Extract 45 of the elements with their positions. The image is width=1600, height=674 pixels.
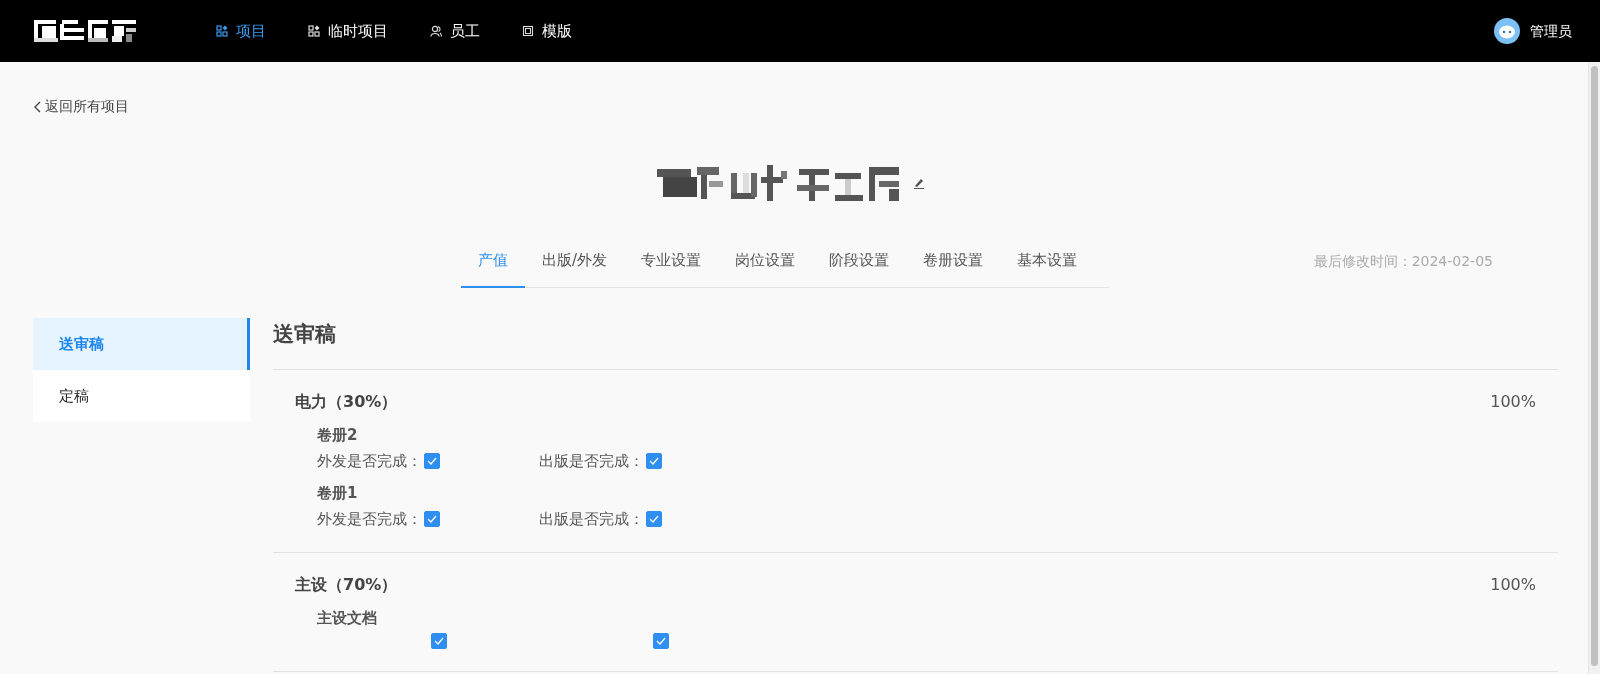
- checkbox-label: 外发是否完成：: [317, 508, 422, 530]
- tab[interactable]: 卷册设置: [906, 248, 1001, 288]
- section-title: 送审稿: [273, 318, 1558, 371]
- checkbox[interactable]: [646, 452, 662, 469]
- check-icon: [434, 636, 444, 645]
- nav-item[interactable]: 临时项目: [308, 19, 388, 43]
- nav-item[interactable]: 员工: [430, 19, 480, 43]
- checkbox[interactable]: [424, 452, 440, 469]
- edit-icon[interactable]: [912, 176, 925, 189]
- group-value: 100%: [1490, 574, 1536, 597]
- avatar-icon[interactable]: [1494, 18, 1520, 44]
- group-title: 电力（30%）: [295, 391, 398, 414]
- checkbox[interactable]: [646, 510, 662, 527]
- back-link[interactable]: 返回所有项目: [33, 96, 129, 117]
- tab[interactable]: 专业设置: [624, 248, 719, 288]
- check-icon: [656, 636, 666, 645]
- tab[interactable]: 基本设置: [1000, 248, 1095, 288]
- template-icon: [522, 25, 534, 37]
- grid-icon: [216, 25, 228, 37]
- volume-name: 卷册1: [317, 483, 358, 505]
- check-icon: [427, 514, 437, 523]
- check-icon: [649, 514, 659, 523]
- group-value: 100%: [1490, 391, 1536, 414]
- checkbox[interactable]: [424, 510, 440, 527]
- checkbox-label: 出版是否完成：: [539, 508, 644, 530]
- tab[interactable]: 出版/外发: [525, 248, 625, 288]
- checkbox[interactable]: [653, 632, 669, 649]
- back-chevron-icon: [33, 100, 41, 113]
- user-name[interactable]: 管理员: [1530, 20, 1572, 42]
- nav-item[interactable]: 项目: [216, 19, 266, 43]
- volume-name: 主设文档: [317, 608, 377, 630]
- volume-name: 卷册2: [317, 425, 358, 447]
- tab[interactable]: 岗位设置: [718, 248, 813, 288]
- checkbox-label: 外发是否完成：: [317, 450, 422, 472]
- checkbox-label: 出版是否完成：: [539, 450, 644, 472]
- last-modified-text: 最后修改时间：2024-02-05: [1313, 251, 1493, 271]
- grid-icon: [308, 25, 320, 37]
- checkbox[interactable]: [431, 632, 447, 649]
- group-title: 主设（70%）: [295, 574, 398, 597]
- nav-item[interactable]: 模版: [522, 19, 572, 43]
- check-icon: [649, 456, 659, 465]
- check-icon: [427, 456, 437, 465]
- user-icon: [430, 25, 442, 37]
- tab[interactable]: 阶段设置: [812, 248, 907, 288]
- scrollbar[interactable]: [1588, 62, 1600, 674]
